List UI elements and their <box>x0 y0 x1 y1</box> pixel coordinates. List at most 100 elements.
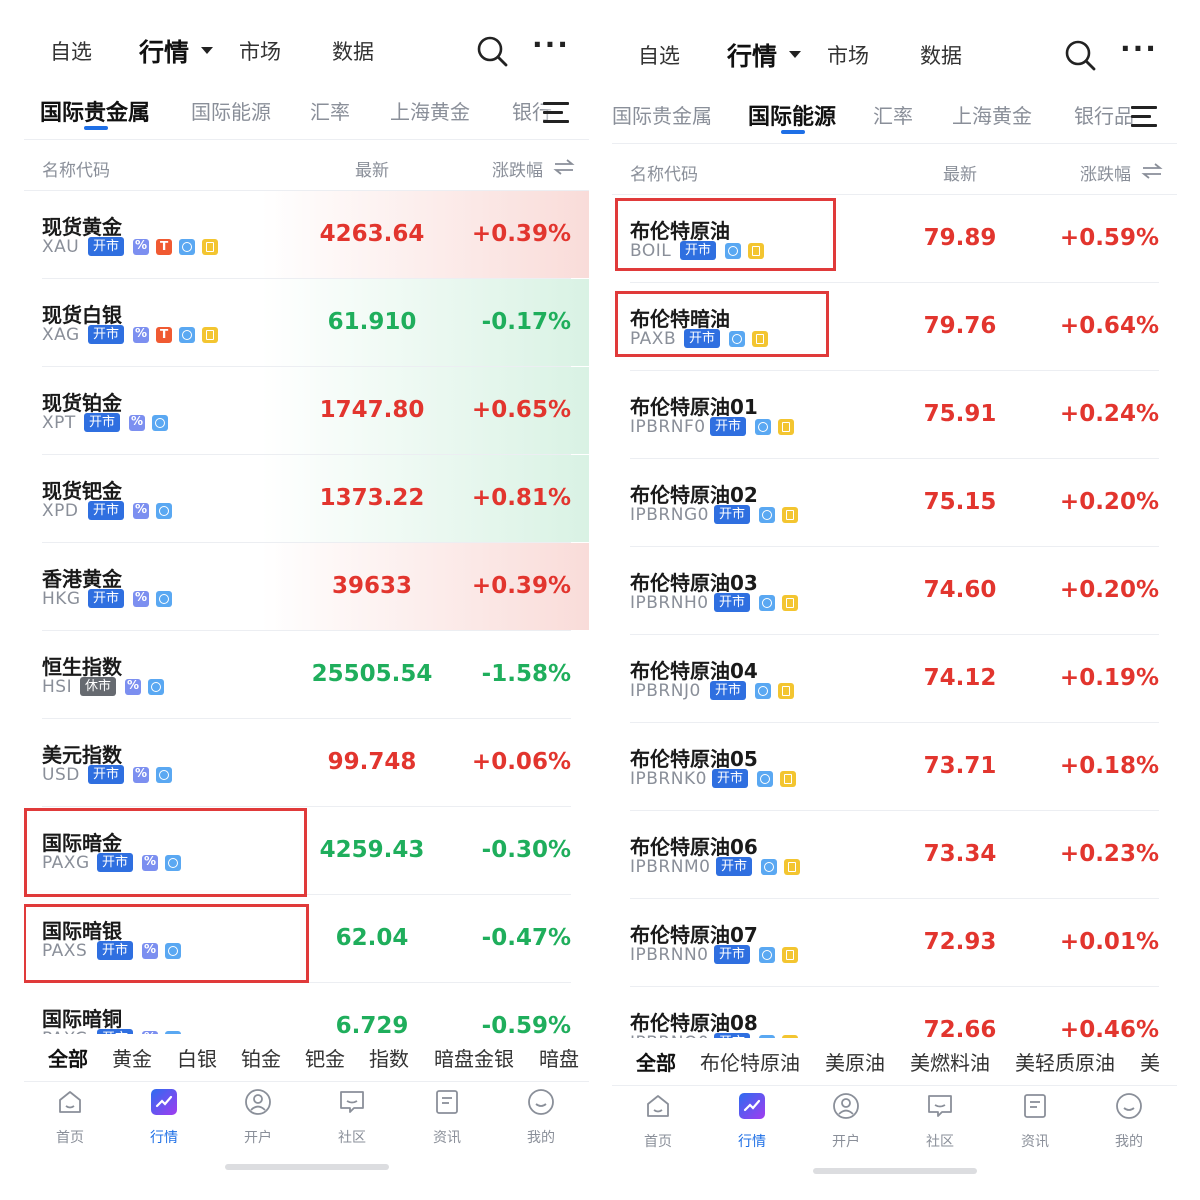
quote-row[interactable]: 布伦特原油03 IPBRNH0 开市 74.60 +0.20% <box>612 547 1177 635</box>
filter-item[interactable]: 布伦特原油 <box>700 1047 800 1076</box>
nav-watchlist[interactable]: 自选 <box>638 40 680 70</box>
tab-bank[interactable]: 银行品 <box>1074 100 1134 129</box>
menu-icon[interactable] <box>1131 104 1159 130</box>
tab-energy[interactable]: 国际能源 <box>748 99 836 131</box>
bottom-nav-home[interactable]: 首页 <box>25 1084 115 1147</box>
filter-all[interactable]: 全部 <box>48 1043 88 1072</box>
col-last[interactable]: 最新 <box>312 156 432 181</box>
quote-row[interactable]: 现货白银 XAG 开市 61.910 -0.17% <box>24 279 589 367</box>
quote-row[interactable]: 布伦特原油01 IPBRNF0 开市 75.91 +0.24% <box>612 371 1177 459</box>
quote-row[interactable]: 现货铂金 XPT 开市 1747.80 +0.65% <box>24 367 589 455</box>
filter-item[interactable]: 美 <box>1140 1047 1160 1076</box>
last-price: 75.91 <box>923 401 997 427</box>
column-header: 名称代码 最新 涨跌幅 <box>24 143 589 191</box>
search-icon[interactable] <box>476 35 508 67</box>
quote-row[interactable]: 现货黄金 XAU 开市 4263.64 +0.39% <box>24 191 589 279</box>
nav-watchlist[interactable]: 自选 <box>50 36 92 66</box>
quote-row[interactable]: 布伦特原油04 IPBRNJ0 开市 74.12 +0.19% <box>612 635 1177 723</box>
highlight-box <box>24 808 307 897</box>
bottom-nav-me[interactable]: 我的 <box>1084 1088 1174 1151</box>
filter-item[interactable]: 白银 <box>177 1043 217 1072</box>
swap-icon[interactable] <box>553 158 575 176</box>
tab-fx[interactable]: 汇率 <box>873 100 913 129</box>
badges: 开市 <box>88 589 179 608</box>
badges: 开市 <box>710 681 801 700</box>
last-price: 74.12 <box>923 665 997 691</box>
col-name: 名称代码 <box>42 161 110 181</box>
quote-row[interactable]: 布伦特原油05 IPBRNK0 开市 73.71 +0.18% <box>612 723 1177 811</box>
status-badge: 开市 <box>712 769 749 788</box>
clock-icon <box>156 502 173 519</box>
filter-item[interactable]: 铂金 <box>241 1043 281 1072</box>
bottom-nav-quotes[interactable]: 行情 <box>119 1084 209 1147</box>
home-indicator[interactable] <box>225 1164 389 1170</box>
filter-item[interactable]: 美燃料油 <box>910 1047 990 1076</box>
document-icon <box>778 418 795 435</box>
bottom-nav-me[interactable]: 我的 <box>496 1084 586 1147</box>
quote-row[interactable]: 恒生指数 HSI 休市 25505.54 -1.58% <box>24 631 589 719</box>
change-percent: +0.20% <box>1059 489 1159 515</box>
nav-data[interactable]: 数据 <box>332 36 374 66</box>
nav-market[interactable]: 市场 <box>239 36 281 66</box>
filter-all[interactable]: 全部 <box>636 1047 676 1076</box>
tab-precious-metals[interactable]: 国际贵金属 <box>612 100 712 129</box>
filter-item[interactable]: 美原油 <box>825 1047 885 1076</box>
more-icon[interactable]: ··· <box>1120 32 1158 65</box>
bottom-nav-label: 社区 <box>338 1130 366 1146</box>
document-icon <box>782 594 799 611</box>
instrument-name: 布伦特原油03 <box>630 571 758 595</box>
bottom-nav-news[interactable]: 资讯 <box>990 1088 1080 1151</box>
bottom-nav-label: 我的 <box>527 1130 555 1146</box>
chevron-down-icon[interactable] <box>789 51 801 58</box>
search-icon[interactable] <box>1064 39 1096 71</box>
last-price: 39633 <box>331 573 413 599</box>
filter-item[interactable]: 暗盘金银 <box>434 1043 514 1072</box>
quote-row[interactable]: 香港黄金 HKG 开市 39633 +0.39% <box>24 543 589 631</box>
last-price: 4263.64 <box>319 221 425 247</box>
tab-energy[interactable]: 国际能源 <box>191 96 271 125</box>
quote-row[interactable]: 布伦特原油07 IPBRNN0 开市 72.93 +0.01% <box>612 899 1177 987</box>
news-icon <box>436 1090 458 1114</box>
col-change[interactable]: 涨跌幅 <box>492 156 543 181</box>
instrument-code: XAU <box>42 237 80 257</box>
status-badge: 开市 <box>88 589 125 608</box>
document-icon <box>202 326 219 343</box>
instrument-name: 恒生指数 <box>42 655 122 679</box>
tab-fx[interactable]: 汇率 <box>310 96 350 125</box>
filter-item[interactable]: 钯金 <box>305 1043 345 1072</box>
bottom-nav-account[interactable]: 开户 <box>213 1084 303 1147</box>
instrument-name: 现货黄金 <box>42 215 122 239</box>
filter-item[interactable]: 暗盘 <box>539 1043 579 1072</box>
tab-shanghai-gold[interactable]: 上海黄金 <box>390 96 470 125</box>
bottom-nav-news[interactable]: 资讯 <box>402 1084 492 1147</box>
instrument-code: HSI <box>42 677 73 697</box>
tab-shanghai-gold[interactable]: 上海黄金 <box>952 100 1032 129</box>
filter-item[interactable]: 指数 <box>369 1043 409 1072</box>
filter-item[interactable]: 黄金 <box>112 1043 152 1072</box>
filter-item[interactable]: 美轻质原油 <box>1015 1047 1115 1076</box>
nav-market[interactable]: 市场 <box>827 40 869 70</box>
quote-row[interactable]: 现货钯金 XPD 开市 1373.22 +0.81% <box>24 455 589 543</box>
quote-row[interactable]: 布伦特原油02 IPBRNG0 开市 75.15 +0.20% <box>612 459 1177 547</box>
left-panel: 自选 行情 市场 数据 ··· 国际贵金属 国际能源 汇率 上海黄金 银行 名称… <box>24 0 589 1200</box>
chevron-down-icon[interactable] <box>201 47 213 54</box>
bottom-nav-quotes[interactable]: 行情 <box>707 1088 797 1151</box>
bottom-nav-home[interactable]: 首页 <box>613 1088 703 1151</box>
bottom-nav-community[interactable]: 社区 <box>307 1084 397 1147</box>
tab-precious-metals[interactable]: 国际贵金属 <box>40 95 150 127</box>
nav-data[interactable]: 数据 <box>920 40 962 70</box>
bottom-nav-label: 资讯 <box>433 1130 461 1146</box>
menu-icon[interactable] <box>543 100 571 126</box>
swap-icon[interactable] <box>1141 162 1163 180</box>
quote-row[interactable]: 美元指数 USD 开市 99.748 +0.06% <box>24 719 589 807</box>
home-indicator[interactable] <box>813 1168 977 1174</box>
quote-row[interactable]: 布伦特原油06 IPBRNM0 开市 73.34 +0.23% <box>612 811 1177 899</box>
col-last[interactable]: 最新 <box>900 160 1020 185</box>
nav-quotes[interactable]: 行情 <box>727 37 777 73</box>
percent-icon <box>133 326 150 343</box>
more-icon[interactable]: ··· <box>532 28 570 61</box>
nav-quotes[interactable]: 行情 <box>139 33 189 69</box>
bottom-nav-community[interactable]: 社区 <box>895 1088 985 1151</box>
bottom-nav-account[interactable]: 开户 <box>801 1088 891 1151</box>
col-change[interactable]: 涨跌幅 <box>1080 160 1131 185</box>
